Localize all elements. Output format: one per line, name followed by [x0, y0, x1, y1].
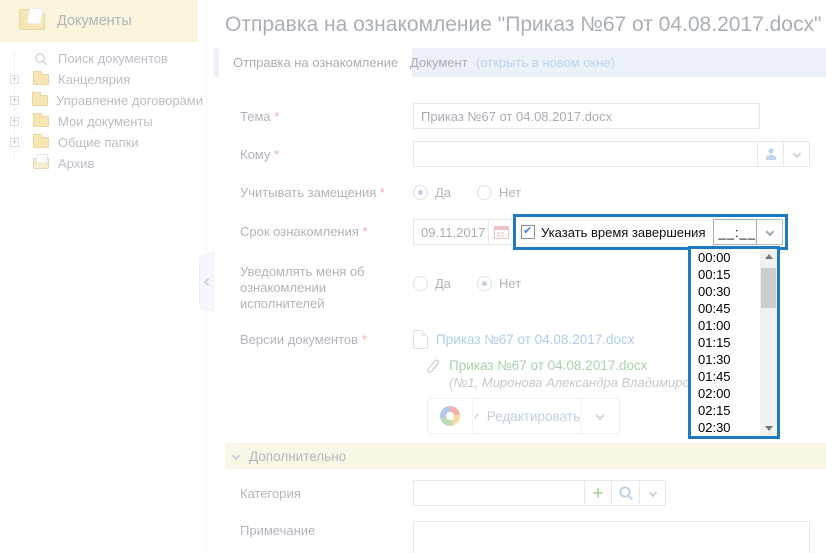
triangle-down-icon — [765, 426, 773, 431]
time-checkbox-group: Указать время завершения __:__ — [513, 214, 788, 250]
dropdown-scrollbar[interactable] — [760, 249, 777, 436]
scroll-down-button[interactable] — [760, 421, 777, 436]
chevron-down-icon — [766, 228, 774, 236]
time-option[interactable]: 00:30 — [691, 283, 760, 300]
time-option[interactable]: 02:15 — [691, 402, 760, 419]
time-dropdown-list: 00:0000:1500:3000:4501:0001:1501:3001:45… — [691, 249, 760, 436]
time-option[interactable]: 00:15 — [691, 266, 760, 283]
specify-end-time-label: Указать время завершения — [541, 225, 705, 240]
end-time-input[interactable]: __:__ — [713, 219, 757, 245]
time-option[interactable]: 01:00 — [691, 317, 760, 334]
time-option[interactable]: 00:00 — [691, 249, 760, 266]
time-option[interactable]: 01:45 — [691, 368, 760, 385]
time-option[interactable]: 00:45 — [691, 300, 760, 317]
triangle-up-icon — [765, 254, 773, 259]
scrollbar-thumb[interactable] — [761, 268, 776, 308]
time-option[interactable]: 02:30 — [691, 419, 760, 436]
time-option[interactable]: 01:15 — [691, 334, 760, 351]
scroll-up-button[interactable] — [760, 249, 777, 264]
specify-end-time-checkbox[interactable] — [521, 225, 535, 239]
time-option[interactable]: 01:30 — [691, 351, 760, 368]
time-dropdown-button[interactable] — [757, 219, 783, 245]
app-window: Документы Поиск документов + Канцелярия … — [0, 0, 826, 553]
time-option[interactable]: 02:00 — [691, 385, 760, 402]
time-dropdown: 00:0000:1500:3000:4501:0001:1501:3001:45… — [688, 246, 780, 439]
